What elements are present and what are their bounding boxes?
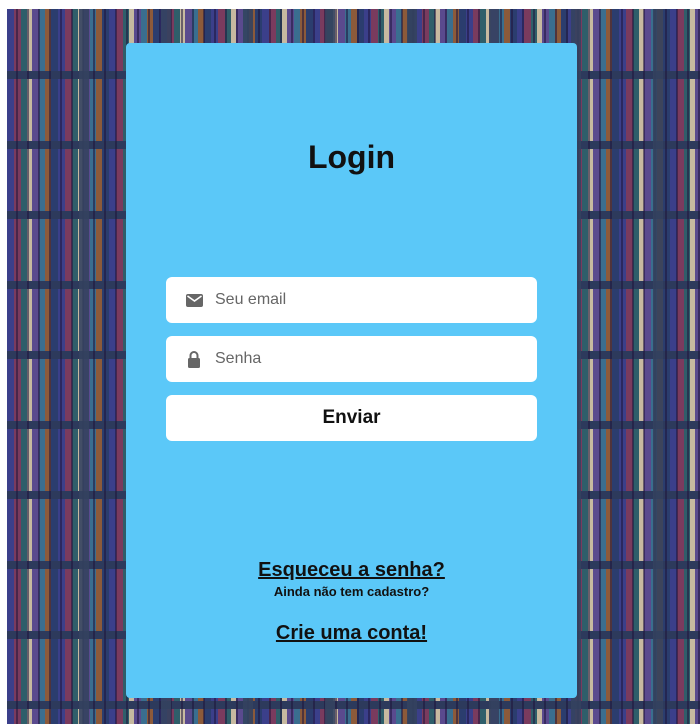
password-field-container[interactable]	[166, 336, 537, 382]
password-input[interactable]	[215, 350, 525, 368]
lock-icon	[185, 350, 203, 368]
submit-button[interactable]: Enviar	[166, 395, 537, 441]
create-account-container: Crie uma conta!	[126, 622, 577, 645]
page-title: Login	[307, 139, 396, 175]
email-input[interactable]	[215, 291, 525, 309]
forgot-password-container: Esqueceu a senha?	[126, 559, 577, 582]
no-account-text: Ainda não tem cadastro?	[273, 584, 430, 599]
create-account-link[interactable]: Crie uma conta!	[276, 622, 427, 644]
forgot-password-link[interactable]: Esqueceu a senha?	[258, 559, 445, 581]
envelope-icon	[185, 291, 203, 309]
email-field-container[interactable]	[166, 277, 537, 323]
login-card: Login Enviar Esqueceu a senha? Ainda não…	[126, 43, 577, 698]
